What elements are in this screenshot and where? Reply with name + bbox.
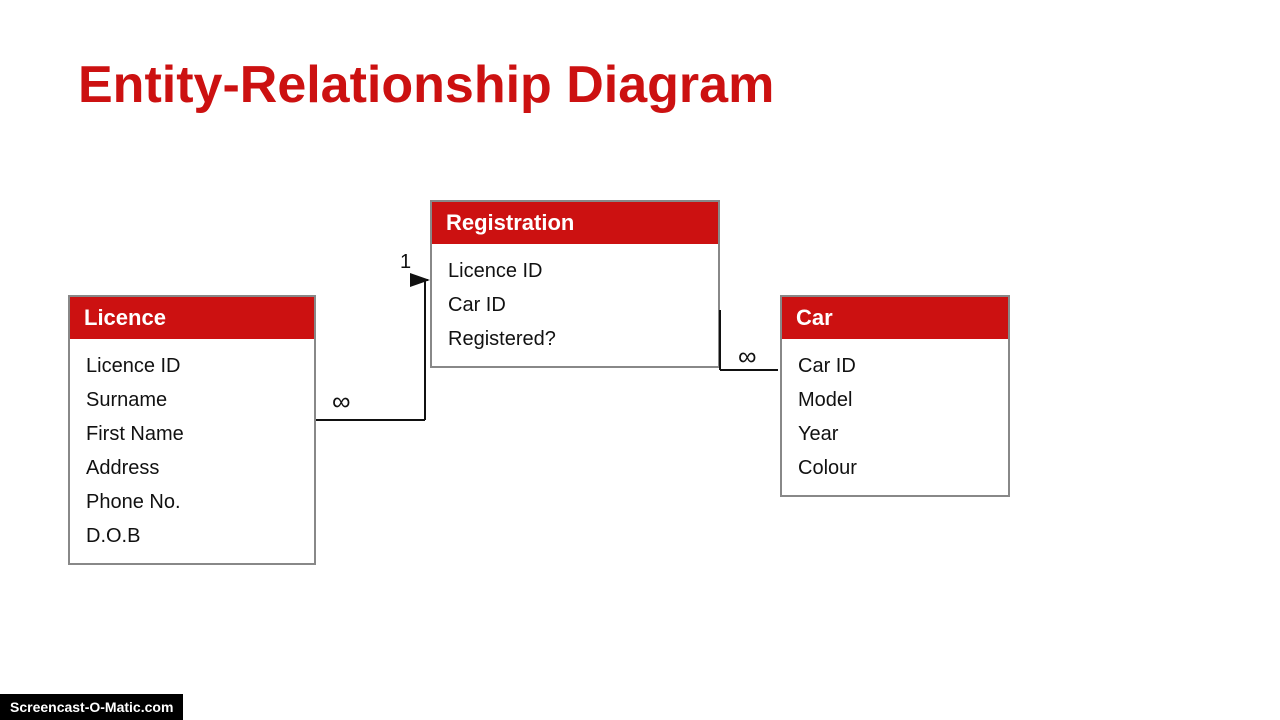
registration-header: Registration xyxy=(432,202,718,244)
licence-field-6: D.O.B xyxy=(86,519,298,553)
registration-field-3: Registered? xyxy=(448,322,702,356)
watermark: Screencast-O-Matic.com xyxy=(0,694,183,720)
licence-field-4: Address xyxy=(86,451,298,485)
car-entity: Car Car ID Model Year Colour xyxy=(780,295,1010,497)
licence-field-2: Surname xyxy=(86,383,298,417)
car-field-3: Year xyxy=(798,417,992,451)
licence-body: Licence ID Surname First Name Address Ph… xyxy=(70,339,314,563)
car-field-4: Colour xyxy=(798,451,992,485)
licence-field-3: First Name xyxy=(86,417,298,451)
car-field-2: Model xyxy=(798,383,992,417)
car-header: Car xyxy=(782,297,1008,339)
registration-field-1: Licence ID xyxy=(448,254,702,288)
registration-field-2: Car ID xyxy=(448,288,702,322)
cardinality-1: 1 xyxy=(400,251,411,273)
infinity-car: ∞ xyxy=(738,341,757,371)
car-body: Car ID Model Year Colour xyxy=(782,339,1008,495)
registration-body: Licence ID Car ID Registered? xyxy=(432,244,718,366)
page-title: Entity-Relationship Diagram xyxy=(78,55,774,115)
licence-field-1: Licence ID xyxy=(86,349,298,383)
licence-entity: Licence Licence ID Surname First Name Ad… xyxy=(68,295,316,565)
licence-field-5: Phone No. xyxy=(86,485,298,519)
car-field-1: Car ID xyxy=(798,349,992,383)
registration-entity: Registration Licence ID Car ID Registere… xyxy=(430,200,720,368)
infinity-licence: ∞ xyxy=(332,386,351,416)
licence-header: Licence xyxy=(70,297,314,339)
